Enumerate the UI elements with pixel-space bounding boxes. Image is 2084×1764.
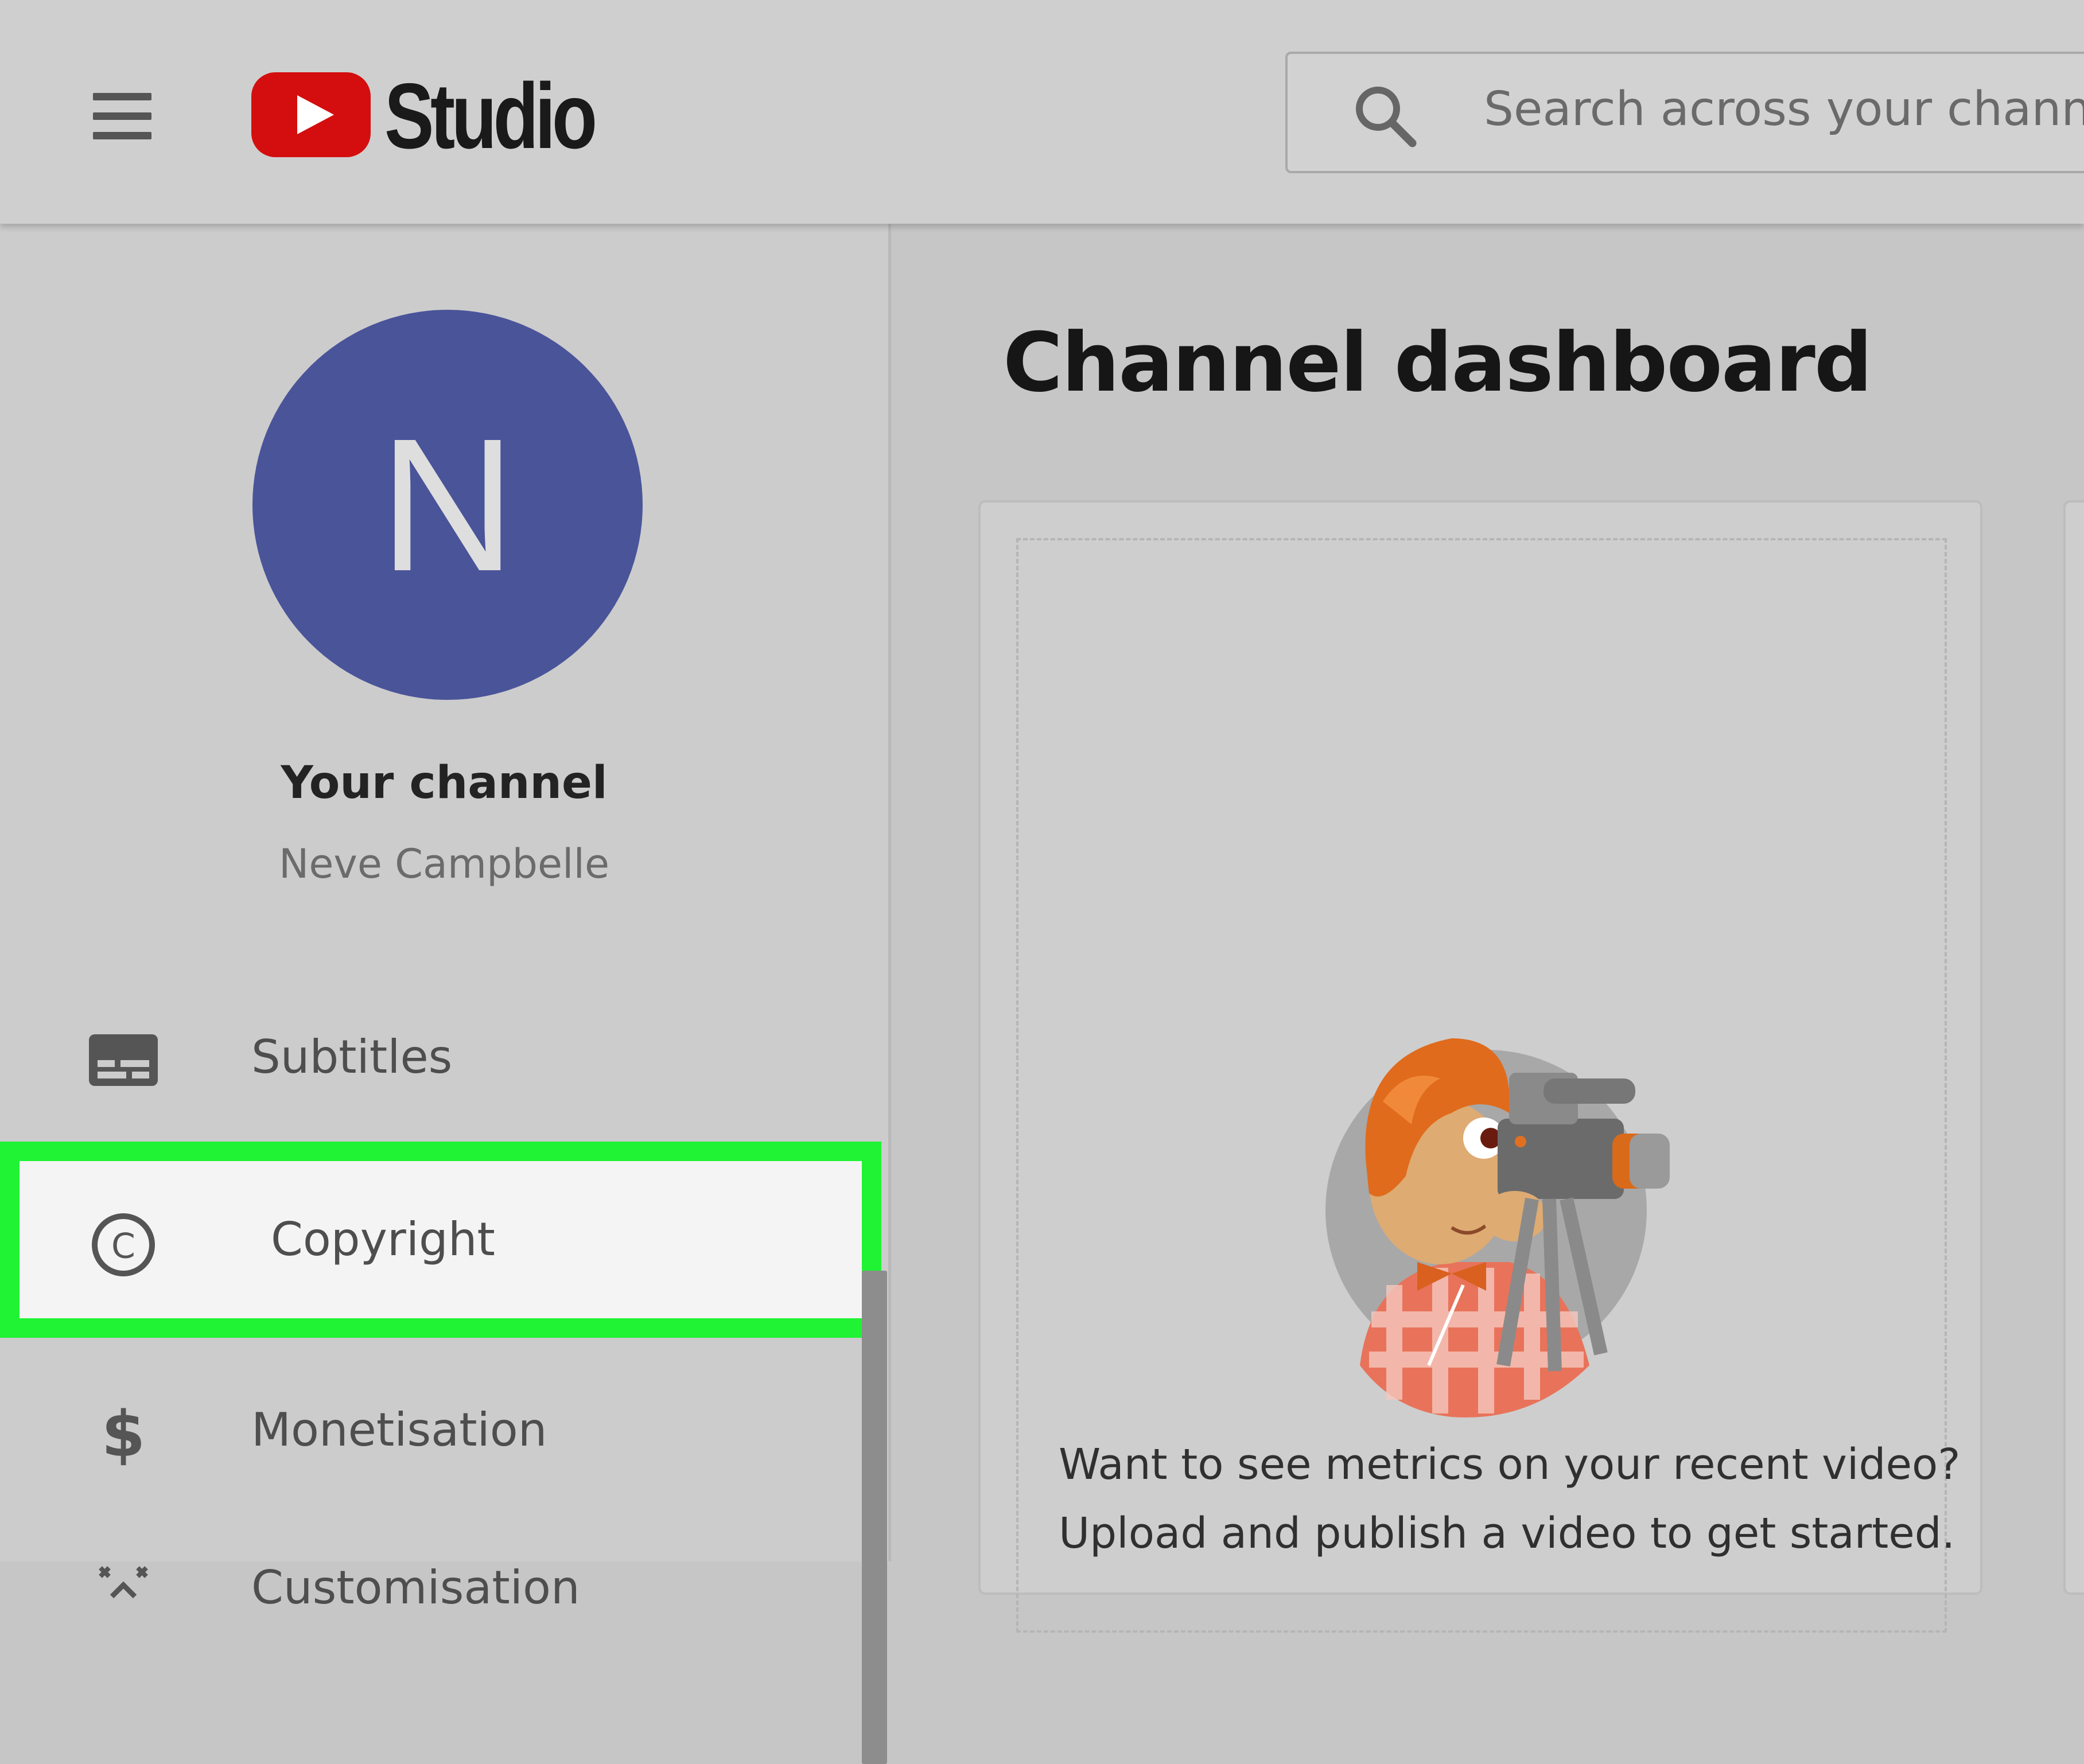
- channel-title: Your channel: [281, 757, 608, 809]
- channel-name: Neve Campbelle: [278, 840, 610, 887]
- sidebar-item-monetisation[interactable]: $ Monetisation: [0, 1360, 884, 1503]
- avatar-letter: N: [379, 399, 516, 610]
- youtube-studio-logo[interactable]: Studio: [251, 64, 597, 168]
- sidebar-item-label: Subtitles: [251, 1030, 453, 1084]
- sidebar-scrollbar[interactable]: [862, 1271, 887, 1764]
- top-bar: Studio: [0, 0, 2084, 224]
- sidebar-item-customisation[interactable]: Customisation: [0, 1517, 884, 1661]
- svg-text:C: C: [111, 1226, 135, 1267]
- sidebar-item-label: Customisation: [251, 1561, 580, 1614]
- next-card: [2063, 500, 2084, 1595]
- hamburger-menu-icon[interactable]: [86, 84, 166, 147]
- page-title: Channel dashboard: [1003, 316, 1873, 410]
- logo-text: Studio: [384, 64, 597, 168]
- search-box[interactable]: [1285, 52, 2084, 173]
- sidebar-item-copyright[interactable]: C Copyright: [0, 1142, 881, 1338]
- camera-operator-illustration: [1325, 1038, 1670, 1418]
- card-message-line-1: Want to see metrics on your recent video…: [1059, 1440, 1961, 1489]
- avatar[interactable]: N: [252, 310, 643, 700]
- subtitles-icon: [89, 1034, 158, 1086]
- customisation-icon: [99, 1566, 148, 1599]
- search-input[interactable]: [1483, 77, 2084, 141]
- card-message-line-2: Upload and publish a video to get starte…: [1059, 1509, 1955, 1558]
- sidebar-item-label: Copyright: [271, 1213, 495, 1266]
- svg-text:$: $: [102, 1399, 146, 1467]
- search-icon[interactable]: [1351, 81, 1420, 150]
- sidebar-item-label: Monetisation: [251, 1403, 547, 1457]
- sidebar-item-subtitles[interactable]: Subtitles: [0, 987, 884, 1130]
- dollar-icon: $: [102, 1399, 146, 1467]
- copyright-icon: C: [92, 1213, 155, 1276]
- youtube-play-icon: [251, 72, 371, 157]
- sidebar: N Your channel Neve Campbelle Subtitles …: [0, 224, 891, 1764]
